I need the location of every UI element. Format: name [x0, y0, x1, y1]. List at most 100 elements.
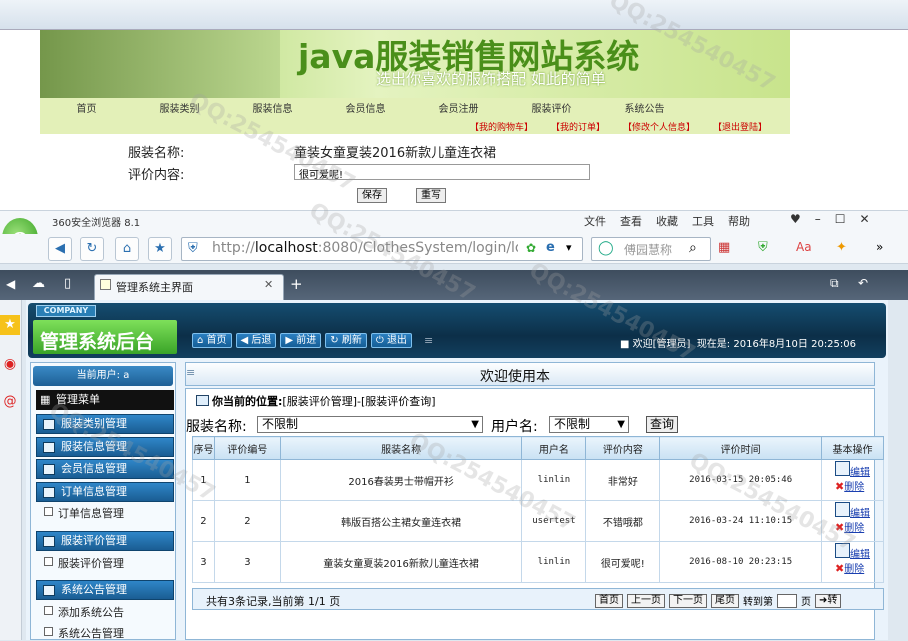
undo-close-icon[interactable]: ↶	[858, 276, 868, 290]
cell-time: 2016-03-15 20:05:46	[659, 459, 823, 501]
page-number-input[interactable]	[777, 593, 797, 608]
more-icon[interactable]: »	[876, 240, 883, 254]
url-host: localhost	[254, 240, 318, 256]
go-button[interactable]: ➜转	[815, 593, 842, 608]
mobile-icon[interactable]: ▯	[64, 276, 71, 291]
goto-label: 转到第	[743, 597, 773, 608]
bg-nav-item[interactable]: 服装类别	[133, 100, 226, 115]
menu-favorites[interactable]: 收藏	[656, 213, 678, 229]
prev-page-button[interactable]: 上一页	[627, 593, 665, 608]
bg-save-button[interactable]: 保存	[357, 188, 387, 203]
menu-file[interactable]: 文件	[584, 213, 606, 229]
new-tab-icon[interactable]: +	[290, 275, 303, 293]
extension-icon[interactable]: ✦	[836, 240, 847, 255]
bg-comment-input[interactable]: 很可爱呢!	[294, 164, 590, 181]
bg-nav-item[interactable]: 会员注册	[412, 100, 505, 115]
apps-icon[interactable]: ▦	[718, 240, 730, 255]
delete-icon[interactable]: ✖	[835, 480, 844, 493]
edit-icon[interactable]	[835, 542, 851, 558]
favorites-icon[interactable]: ★	[0, 315, 20, 335]
chevron-down-icon[interactable]: ▾	[566, 241, 572, 254]
edit-link[interactable]: 编辑	[850, 467, 870, 478]
submenu-review-manage[interactable]: 服装评价管理	[44, 555, 124, 571]
doc-icon	[44, 557, 53, 566]
cell-actions: 编辑 ✖删除	[821, 541, 884, 583]
search-icon[interactable]: ⌕	[689, 240, 697, 256]
menu-clothes-review[interactable]: 服装评价管理	[36, 531, 174, 551]
bg-orders-link[interactable]: 【我的订单】	[551, 120, 605, 133]
delete-icon[interactable]: ✖	[835, 562, 844, 575]
email-icon[interactable]: @	[0, 392, 20, 412]
bg-site-subtitle: 选出你喜欢的服饰搭配 如此的简单	[376, 70, 606, 88]
home-icon[interactable]: ⌂	[115, 237, 139, 261]
bg-nav-item[interactable]: 首页	[40, 100, 133, 115]
translate-icon[interactable]: Aa	[796, 240, 812, 254]
ie-mode-icon[interactable]: e	[546, 240, 555, 255]
shield-icon[interactable]: ⛨	[758, 240, 768, 255]
delete-link[interactable]: 删除	[844, 482, 864, 493]
edit-link[interactable]: 编辑	[850, 549, 870, 560]
submenu-add-announcement[interactable]: 添加系统公告	[44, 604, 124, 620]
company-badge: COMPANY	[36, 305, 96, 317]
tab-favicon-icon	[100, 279, 111, 290]
menu-tools[interactable]: 工具	[692, 213, 714, 229]
weibo-icon[interactable]: ◉	[0, 354, 20, 374]
name-filter-select[interactable]: 不限制 ▼	[257, 416, 483, 433]
menu-view[interactable]: 查看	[620, 213, 642, 229]
bg-profile-link[interactable]: 【修改个人信息】	[623, 120, 695, 133]
col-content: 评价内容	[585, 436, 661, 460]
bg-nav-item[interactable]: 系统公告	[598, 100, 691, 115]
sidebar-toggle-icon[interactable]: ◀	[6, 277, 15, 291]
back-icon[interactable]: ◀	[48, 237, 72, 261]
cloud-icon[interactable]: ☁	[32, 276, 45, 291]
menu-clothes-info[interactable]: 服装信息管理	[36, 437, 174, 457]
bg-reset-button[interactable]: 重写	[416, 188, 446, 203]
edit-icon[interactable]	[835, 501, 851, 517]
skin-icon[interactable]: ♥	[790, 212, 801, 226]
query-button[interactable]: 查询	[646, 416, 678, 433]
refresh-icon[interactable]: ↻	[80, 237, 104, 261]
next-page-button[interactable]: 下一页	[669, 593, 707, 608]
menu-icon	[43, 536, 55, 547]
now-prefix: 现在是:	[696, 339, 731, 350]
user-filter-select[interactable]: 不限制 ▼	[549, 416, 629, 433]
menu-announcement[interactable]: 系统公告管理	[36, 580, 174, 600]
bg-nav-item[interactable]: 服装信息	[226, 100, 319, 115]
menu-help[interactable]: 帮助	[728, 213, 750, 229]
menu-clothes-category[interactable]: 服装类别管理	[36, 414, 174, 434]
logout-button[interactable]: ⏻ 退出	[370, 333, 412, 348]
favorite-star-icon[interactable]: ★	[148, 237, 172, 261]
submenu-order-manage[interactable]: 订单信息管理	[44, 505, 124, 521]
minimize-icon[interactable]: –	[815, 212, 821, 226]
cell-user: usertest	[521, 500, 587, 542]
menu-order-info[interactable]: 订单信息管理	[36, 482, 174, 502]
bg-nav-item[interactable]: 服装评价	[505, 100, 598, 115]
tab-list-icon[interactable]: ⧉	[830, 276, 839, 291]
home-button[interactable]: ⌂ 首页	[192, 333, 232, 348]
col-no: 序号	[192, 436, 215, 460]
edit-link[interactable]: 编辑	[850, 508, 870, 519]
bg-nav-item[interactable]: 会员信息	[319, 100, 412, 115]
admin-title: 管理系统后台	[40, 331, 155, 353]
forward-button[interactable]: ▶ 前进	[280, 333, 322, 348]
bg-logout-link[interactable]: 【退出登陆】	[713, 120, 767, 133]
back-button[interactable]: ◀ 后退	[235, 333, 277, 348]
close-icon[interactable]: ✕	[860, 212, 870, 226]
splitter-icon[interactable]: ≡	[186, 366, 195, 379]
tab-close-icon[interactable]: ✕	[264, 278, 273, 291]
bg-nav: 首页 服装类别 服装信息 会员信息 会员注册 服装评价 系统公告	[40, 100, 691, 115]
maximize-icon[interactable]: ☐	[835, 212, 846, 226]
first-page-button[interactable]: 首页	[595, 593, 623, 608]
bg-cart-link[interactable]: 【我的购物车】	[470, 120, 533, 133]
menu-member-info[interactable]: 会员信息管理	[36, 459, 174, 479]
refresh-button[interactable]: ↻ 刷新	[325, 333, 367, 348]
edit-icon[interactable]	[835, 460, 851, 476]
submenu-announcement-manage[interactable]: 系统公告管理	[44, 625, 124, 641]
last-page-button[interactable]: 尾页	[711, 593, 739, 608]
col-id: 评价编号	[213, 436, 281, 460]
cell-user: linlin	[521, 541, 587, 583]
delete-icon[interactable]: ✖	[835, 521, 844, 534]
speed-icon[interactable]: ✿	[526, 241, 536, 255]
delete-link[interactable]: 删除	[844, 564, 864, 575]
delete-link[interactable]: 删除	[844, 523, 864, 534]
